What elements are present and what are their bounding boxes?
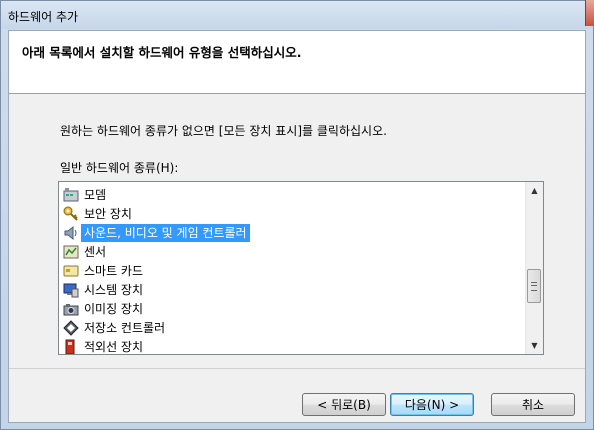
list-item-label: 사운드, 비디오 및 게임 컨트롤러	[81, 223, 250, 242]
hardware-list-label: 일반 하드웨어 종류(H):	[60, 161, 179, 175]
list-item-infrared-devices[interactable]: 적외선 장치	[63, 337, 146, 354]
title-bar[interactable]: 하드웨어 추가	[1, 0, 594, 29]
smart-card-icon	[63, 263, 79, 279]
dialog-window: 하드웨어 추가 아래 목록에서 설치할 하드웨어 유형을 선택하십시오. 원하는…	[0, 0, 594, 430]
wizard-heading: 아래 목록에서 설치할 하드웨어 유형을 선택하십시오.	[22, 45, 302, 60]
list-item-label: 보안 장치	[84, 206, 132, 221]
list-item-label: 모뎀	[84, 187, 107, 202]
key-icon	[63, 206, 79, 222]
list-item-label: 적외선 장치	[84, 339, 144, 354]
grip-icon	[531, 281, 537, 291]
imaging-device-icon	[63, 301, 79, 317]
scroll-thumb[interactable]	[527, 269, 541, 303]
infrared-device-icon	[63, 339, 79, 354]
storage-controller-icon	[63, 319, 79, 336]
list-item-smart-card[interactable]: 스마트 카드	[63, 261, 146, 280]
list-item-system-devices[interactable]: 시스템 장치	[63, 280, 146, 299]
list-item-label: 저장소 컨트롤러	[84, 320, 166, 335]
vertical-scrollbar[interactable]: ▲ ▼	[525, 182, 543, 354]
sensor-icon	[63, 244, 79, 260]
close-button[interactable]	[585, 0, 594, 26]
scroll-down-button[interactable]: ▼	[526, 337, 543, 354]
list-item-sensor[interactable]: 센서	[63, 242, 109, 261]
speaker-icon	[63, 225, 79, 241]
list-item-label: 스마트 카드	[84, 263, 144, 278]
wizard-body: 아래 목록에서 설치할 하드웨어 유형을 선택하십시오. 원하는 하드웨어 종류…	[8, 30, 586, 423]
window-title: 하드웨어 추가	[8, 10, 79, 24]
hardware-type-list[interactable]: 모뎀 보안 장치 사운드, 비디오 및 게임 컨트롤러 센서 스마트 카드 시스…	[58, 181, 544, 355]
list-item-modem[interactable]: 모뎀	[63, 185, 109, 204]
system-device-icon	[63, 282, 79, 298]
back-button[interactable]: < 뒤로(B)	[302, 393, 386, 416]
list-item-label: 이미징 장치	[84, 301, 144, 316]
modem-icon	[63, 187, 79, 203]
instruction-text: 원하는 하드웨어 종류가 없으면 [모든 장치 표시]를 클릭하십시오.	[60, 124, 387, 138]
list-item-storage-controllers[interactable]: 저장소 컨트롤러	[63, 318, 168, 337]
list-item-label: 센서	[84, 244, 107, 259]
scroll-up-button[interactable]: ▲	[526, 182, 543, 199]
cancel-button[interactable]: 취소	[491, 393, 575, 416]
wizard-header: 아래 목록에서 설치할 하드웨어 유형을 선택하십시오.	[9, 31, 585, 94]
footer-divider	[9, 368, 585, 369]
list-item-sound-video-game-controllers[interactable]: 사운드, 비디오 및 게임 컨트롤러	[63, 223, 250, 242]
list-item-security-device[interactable]: 보안 장치	[63, 204, 135, 223]
list-item-imaging-devices[interactable]: 이미징 장치	[63, 299, 146, 318]
next-button[interactable]: 다음(N) >	[390, 393, 474, 416]
list-item-label: 시스템 장치	[84, 282, 144, 297]
